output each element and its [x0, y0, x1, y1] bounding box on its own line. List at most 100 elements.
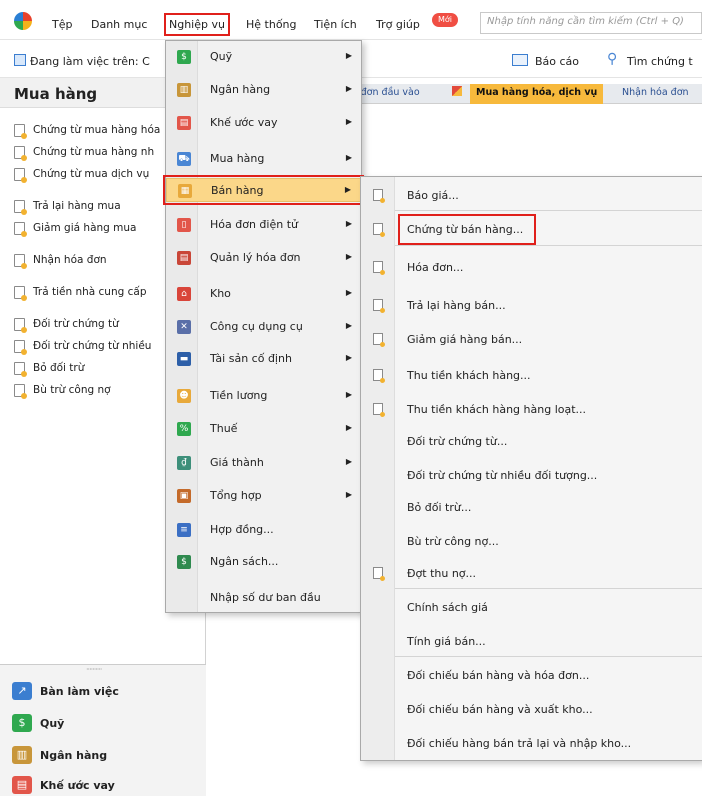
operations-menu: $ Quỹ ▶ ▥ Ngân hàng ▶ ▤ Khế ước vay ▶ ⛟ Mua hàn…: [163, 40, 364, 613]
submenu-arrow-icon: ▶: [345, 153, 352, 162]
submenu-item-sales-return[interactable]: Trả lại hàng bán...: [361, 291, 702, 319]
tax-icon: %: [177, 422, 191, 436]
tools-icon: ✕: [177, 320, 191, 334]
document-icon: [373, 223, 385, 237]
menu-utilities[interactable]: Tiện ích: [314, 18, 357, 31]
e-invoice-icon: ▯: [177, 218, 191, 232]
separator: [395, 588, 702, 589]
cash-icon: $: [177, 50, 191, 64]
summary-icon: ▣: [177, 489, 191, 503]
submenu-arrow-icon: ▶: [345, 321, 352, 330]
report-button[interactable]: Báo cáo: [535, 55, 579, 68]
bank-icon: ▥: [177, 83, 191, 97]
app-logo-icon[interactable]: [14, 12, 32, 30]
document-icon: [14, 145, 27, 161]
menu-item-invoice-management[interactable]: ▤ Quản lý hóa đơn ▶: [166, 246, 361, 270]
cash-icon: $: [12, 714, 32, 732]
tab-purchase-goods-services[interactable]: Mua hàng hóa, dịch vụ: [470, 84, 604, 104]
menu-item-purchase[interactable]: ⛟ Mua hàng ▶: [166, 147, 361, 171]
submenu-item-price-policy[interactable]: Chính sách giá: [361, 593, 702, 621]
menu-item-cost[interactable]: ₫ Giá thành ▶: [166, 451, 361, 475]
report-icon[interactable]: [512, 54, 528, 66]
submenu-item-reconcile-stock-out[interactable]: Đối chiếu bán hàng và xuất kho...: [361, 695, 702, 723]
invoice-manage-icon: ▤: [177, 251, 191, 265]
document-icon: [14, 383, 27, 399]
submenu-item-sales-discount[interactable]: Giảm giá hàng bán...: [361, 325, 702, 353]
search-icon[interactable]: ⚲: [607, 51, 617, 67]
nav-item-loan[interactable]: ▤ Khế ước vay: [12, 773, 115, 796]
sales-submenu: Báo giá... Chứng từ bán hàng... Hóa đơn.…: [360, 176, 702, 761]
document-icon: [14, 167, 27, 183]
menu-item-budget[interactable]: $ Ngân sách...: [166, 550, 361, 574]
menu-item-summary[interactable]: ▣ Tổng hợp ▶: [166, 484, 361, 508]
document-icon: [14, 253, 27, 269]
document-icon: [373, 403, 385, 417]
menu-help[interactable]: Trợ giúp: [376, 18, 420, 31]
workspace-label: Đang làm việc trên: C: [30, 55, 150, 68]
submenu-arrow-icon: ▶: [345, 390, 352, 399]
menu-item-warehouse[interactable]: ⌂ Kho ▶: [166, 282, 361, 306]
menu-catalog[interactable]: Danh mục: [91, 18, 147, 31]
submenu-arrow-icon: ▶: [345, 84, 352, 93]
menu-item-tax[interactable]: % Thuế ▶: [166, 417, 361, 441]
submenu-item-sales-voucher[interactable]: Chứng từ bán hàng...: [361, 214, 702, 245]
submenu-arrow-icon: ▶: [345, 117, 352, 126]
menu-item-bank[interactable]: ▥ Ngân hàng ▶: [166, 78, 361, 102]
menu-item-salary[interactable]: ☻ Tiền lương ▶: [166, 384, 361, 408]
document-icon: [14, 221, 27, 237]
cost-icon: ₫: [177, 456, 191, 470]
submenu-item-invoice[interactable]: Hóa đơn...: [361, 253, 702, 281]
menu-system[interactable]: Hệ thống: [246, 18, 297, 31]
submenu-item-reconcile-invoice[interactable]: Đối chiếu bán hàng và hóa đơn...: [361, 661, 702, 689]
submenu-arrow-icon: ▶: [345, 219, 352, 228]
submenu-arrow-icon: ▶: [345, 353, 352, 362]
document-icon: [373, 261, 385, 275]
submenu-item-debt-clearing[interactable]: Bù trừ công nợ...: [361, 527, 702, 555]
menu-item-contract[interactable]: ≡ Hợp đồng...: [166, 518, 361, 542]
tab-receive-invoice[interactable]: Nhận hóa đơn: [622, 87, 689, 98]
splitter-grip[interactable]: ··········: [86, 665, 122, 674]
menu-item-fixed-assets[interactable]: ▬ Tài sản cố định ▶: [166, 347, 361, 371]
submenu-arrow-icon: ▶: [345, 457, 352, 466]
desktop-chart-icon: ↗: [12, 682, 32, 700]
submenu-item-offset-voucher[interactable]: Đối trừ chứng từ...: [361, 427, 702, 455]
module-nav: ·········· ↗ Bàn làm việc $ Quỹ ▥ Ngân hàng…: [0, 664, 206, 796]
salary-icon: ☻: [177, 389, 191, 403]
submenu-item-reconcile-return-stock-in[interactable]: Đối chiếu hàng bán trả lại và nhập kho..…: [361, 729, 702, 757]
submenu-item-debt-collection[interactable]: Đợt thu nợ...: [361, 559, 702, 587]
submenu-item-quote[interactable]: Báo giá...: [361, 181, 702, 209]
submenu-item-price-calc[interactable]: Tính giá bán...: [361, 627, 702, 655]
menu-item-loan[interactable]: ▤ Khế ước vay ▶: [166, 111, 361, 135]
separator: [395, 656, 702, 657]
menu-item-opening-balance[interactable]: Nhập số dư ban đầu: [166, 586, 361, 610]
submenu-arrow-icon: ▶: [344, 185, 351, 194]
left-panel-title: Mua hàng: [14, 85, 98, 103]
nav-item-desktop[interactable]: ↗ Bàn làm việc: [12, 679, 119, 703]
new-badge: Mới: [432, 13, 458, 27]
submenu-arrow-icon: ▶: [345, 252, 352, 261]
document-icon: [373, 369, 385, 383]
menu-operations[interactable]: Nghiệp vụ: [164, 13, 230, 36]
nav-item-cash[interactable]: $ Quỹ: [12, 711, 64, 735]
submenu-item-remove-offset[interactable]: Bỏ đối trừ...: [361, 493, 702, 521]
separator: [395, 210, 702, 211]
menu-item-tools[interactable]: ✕ Công cụ dụng cụ ▶: [166, 315, 361, 339]
menu-item-sales[interactable]: ▦ Bán hàng ▶: [163, 175, 364, 205]
submenu-arrow-icon: ▶: [345, 423, 352, 432]
submenu-arrow-icon: ▶: [345, 490, 352, 499]
document-icon: [14, 361, 27, 377]
loan-icon: ▤: [12, 776, 32, 794]
submenu-item-batch-customer-payment[interactable]: Thu tiền khách hàng hàng loạt...: [361, 395, 702, 423]
submenu-item-customer-payment[interactable]: Thu tiền khách hàng...: [361, 361, 702, 389]
menu-item-e-invoice[interactable]: ▯ Hóa đơn điện tử ▶: [166, 213, 361, 237]
nav-item-bank[interactable]: ▥ Ngân hàng: [12, 743, 107, 767]
separator: [395, 245, 702, 246]
search-voucher-button[interactable]: Tìm chứng t: [627, 55, 693, 68]
document-icon: [14, 285, 27, 301]
feature-search-input[interactable]: Nhập tính năng cần tìm kiếm (Ctrl + Q): [480, 12, 702, 34]
submenu-item-offset-multi[interactable]: Đối trừ chứng từ nhiều đối tượng...: [361, 461, 702, 489]
document-icon: [14, 339, 27, 355]
submenu-arrow-icon: ▶: [345, 51, 352, 60]
menu-item-cash[interactable]: $ Quỹ ▶: [166, 45, 361, 69]
menu-file[interactable]: Tệp: [52, 18, 72, 31]
